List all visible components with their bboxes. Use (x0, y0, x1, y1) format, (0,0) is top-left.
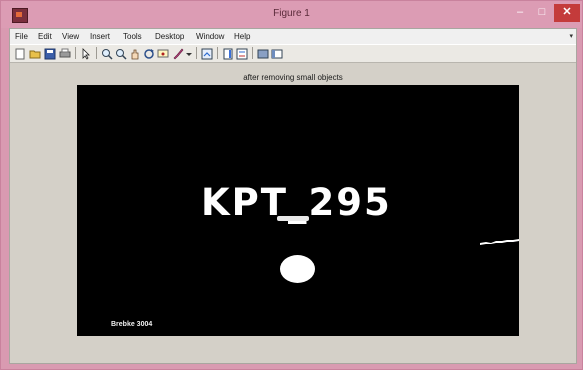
menu-view[interactable]: View (62, 32, 79, 41)
menu-file[interactable]: File (15, 32, 28, 41)
brush-dropdown-icon[interactable] (185, 47, 193, 59)
menu-bar: File Edit View Insert Tools Desktop Wind… (10, 29, 576, 44)
title-bar[interactable]: Figure 1 – □ ✕ (1, 1, 582, 28)
figure-window: Figure 1 – □ ✕ File Edit View Insert Too… (0, 0, 583, 370)
toolbar-separator (196, 47, 197, 59)
data-cursor-icon[interactable] (157, 47, 169, 59)
minimize-button[interactable]: – (509, 4, 531, 22)
rotate-3d-icon[interactable] (143, 47, 155, 59)
link-plot-icon[interactable] (201, 47, 213, 60)
edit-plot-arrow-icon[interactable] (80, 47, 92, 60)
edge-streak-blob (480, 239, 519, 245)
zoom-out-icon[interactable] (115, 47, 127, 60)
axes-title: after removing small objects (243, 73, 343, 82)
new-figure-icon[interactable] (14, 47, 26, 60)
close-button[interactable]: ✕ (554, 4, 580, 22)
show-plot-tools-icon[interactable] (271, 47, 283, 59)
toolbar-separator (252, 47, 253, 59)
open-file-icon[interactable] (29, 47, 41, 59)
pan-hand-icon[interactable] (129, 47, 141, 60)
small-object-blob (277, 216, 309, 221)
menu-desktop[interactable]: Desktop (155, 32, 184, 41)
hide-plot-tools-icon[interactable] (257, 47, 269, 59)
menu-overflow-arrow-icon[interactable]: ▾ (569, 32, 573, 40)
watermark-text: Brebke 3004 (111, 321, 153, 328)
menu-tools[interactable]: Tools (123, 32, 142, 41)
insert-colorbar-icon[interactable] (222, 47, 234, 60)
zoom-in-icon[interactable] (101, 47, 113, 60)
toolbar-separator (96, 47, 97, 59)
window-title: Figure 1 (273, 8, 310, 19)
binary-image-axes[interactable]: KPT_295 Brebke 3004 (77, 85, 519, 336)
menu-window[interactable]: Window (196, 32, 224, 41)
menu-help[interactable]: Help (234, 32, 250, 41)
figure-client-area: File Edit View Insert Tools Desktop Wind… (9, 28, 577, 364)
figure-toolbar (10, 44, 576, 63)
print-icon[interactable] (59, 47, 71, 59)
maximize-button[interactable]: □ (531, 4, 553, 22)
menu-edit[interactable]: Edit (38, 32, 52, 41)
toolbar-separator (217, 47, 218, 59)
brush-icon[interactable] (172, 47, 184, 60)
menu-insert[interactable]: Insert (90, 32, 110, 41)
circular-object-blob (280, 255, 315, 283)
toolbar-separator (75, 47, 76, 59)
insert-legend-icon[interactable] (236, 47, 248, 60)
save-icon[interactable] (44, 47, 56, 60)
